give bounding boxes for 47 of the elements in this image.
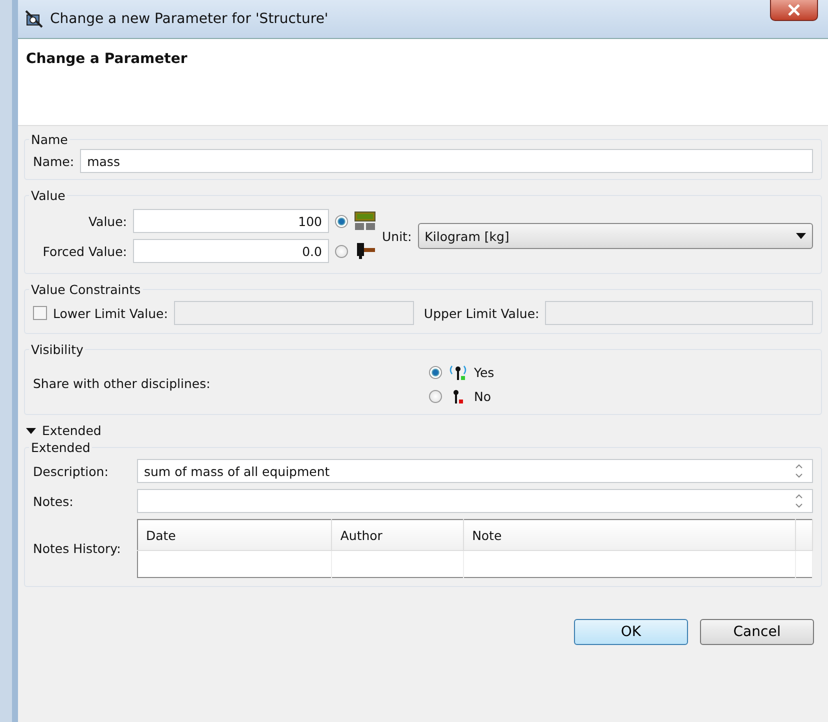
field-label: Name: <box>33 154 74 168</box>
field-label: Notes History: <box>33 541 122 556</box>
group-legend: Visibility <box>29 342 86 357</box>
column-header[interactable]: Date <box>138 520 332 550</box>
radio-button[interactable] <box>335 214 348 228</box>
caret-icon <box>26 426 36 434</box>
group-legend: Extended <box>29 440 92 455</box>
antenna-icon <box>448 363 468 381</box>
option-label: Yes <box>474 364 494 380</box>
ok-button[interactable]: OK <box>574 619 688 645</box>
radio-button[interactable] <box>335 244 348 258</box>
pin-icon <box>453 390 463 404</box>
value-field[interactable]: 100 <box>133 209 329 233</box>
column-header[interactable]: Note <box>464 520 796 550</box>
field-label: Forced Value: <box>42 244 127 258</box>
description-field[interactable]: sum of mass of all equipment <box>137 459 813 483</box>
field-label: Upper Limit Value: <box>424 306 540 320</box>
lower-limit-field[interactable] <box>174 301 414 325</box>
field-label: Value: <box>87 214 127 228</box>
hammer-icon <box>354 241 376 261</box>
radio-button[interactable] <box>429 366 442 378</box>
extended-toggle[interactable]: Extended <box>24 423 822 438</box>
field-label: Share with other disciplines: <box>33 376 212 391</box>
field-label: Description: <box>33 464 110 478</box>
close-button[interactable] <box>770 0 818 21</box>
unit-dropdown[interactable]: Kilogram [kg] <box>418 223 813 249</box>
upper-limit-field[interactable] <box>545 301 813 325</box>
cancel-button[interactable]: Cancel <box>700 619 814 645</box>
display-icon <box>354 211 376 231</box>
forced-value-field[interactable]: 0.0 <box>133 239 329 263</box>
window-title: Change a new Parameter for 'Structure' <box>50 11 328 27</box>
checkbox[interactable] <box>33 306 47 320</box>
field-label: Notes: <box>33 494 74 508</box>
notes-field[interactable] <box>137 489 813 513</box>
dialog-heading: Change a Parameter <box>26 51 188 67</box>
field-label: Unit: <box>382 228 412 244</box>
field-label: Lower Limit Value: <box>53 306 168 320</box>
app-icon <box>24 9 44 29</box>
group-legend: Value Constraints <box>29 282 143 297</box>
column-header[interactable]: Author <box>332 520 464 550</box>
close-icon <box>787 4 801 16</box>
radio-button[interactable] <box>429 390 442 403</box>
group-legend: Value <box>29 188 68 203</box>
caret-icon <box>796 233 806 239</box>
group-legend: Name <box>29 132 70 147</box>
name-field[interactable]: mass <box>80 149 813 173</box>
option-label: No <box>474 389 491 404</box>
